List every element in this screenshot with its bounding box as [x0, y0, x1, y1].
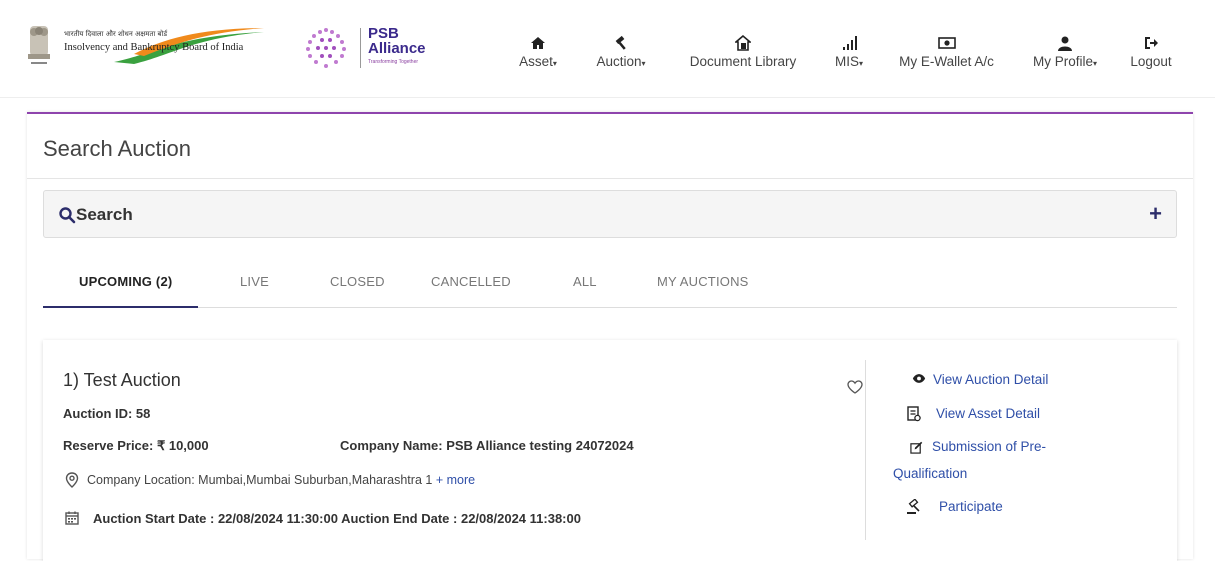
chevron-down-icon: ▾ — [859, 59, 864, 68]
nav-logout-label: Logout — [1130, 54, 1172, 69]
chevron-down-icon: ▾ — [552, 59, 557, 68]
tab-closed[interactable]: CLOSED — [330, 274, 385, 289]
auction-card: 1) Test Auction Auction ID: 58 Reserve P… — [43, 340, 1177, 561]
tab-all[interactable]: ALL — [573, 274, 597, 289]
submission-prequalification-link-line1[interactable]: Submission of Pre- — [932, 439, 1046, 454]
psb-dots-icon — [306, 28, 346, 68]
nav-mis-label: MIS — [834, 54, 859, 69]
ibbi-english-name: Insolvency and Bankruptcy Board of India — [64, 42, 244, 53]
auction-dates: Auction Start Date : 22/08/2024 11:30:00… — [93, 511, 581, 526]
plus-icon[interactable]: + — [1149, 201, 1162, 227]
nav-asset[interactable]: Asset▾ — [513, 34, 563, 74]
money-icon — [937, 37, 956, 49]
search-toggle-bar[interactable]: Search + — [43, 190, 1177, 238]
psb-text-line1: PSB — [368, 25, 399, 42]
participate-link[interactable]: Participate — [939, 499, 1003, 514]
nav-logout[interactable]: Logout — [1124, 34, 1178, 74]
chevron-down-icon: ▾ — [641, 59, 646, 68]
signal-bars-icon — [843, 36, 857, 50]
home-icon — [531, 37, 545, 49]
psb-alliance-logo[interactable]: PSB Alliance Transforming Together — [300, 24, 440, 72]
location-pin-icon — [65, 472, 79, 488]
gavel-icon — [615, 35, 626, 50]
user-icon — [1058, 36, 1072, 51]
ibbi-hindi-name: भारतीय दिवाला और शोधन अक्षमता बोर्ड — [64, 30, 168, 38]
asset-document-icon — [907, 406, 921, 422]
nav-auction[interactable]: Auction▾ — [588, 34, 654, 74]
tab-cancelled[interactable]: CANCELLED — [431, 274, 511, 289]
search-icon — [59, 207, 76, 224]
tab-live[interactable]: LIVE — [240, 274, 269, 289]
view-auction-detail-link[interactable]: View Auction Detail — [933, 372, 1048, 387]
document-house-icon — [735, 34, 751, 51]
nav-document-library-label: Document Library — [689, 54, 797, 69]
page-title: Search Auction — [43, 136, 191, 161]
nav-document-library[interactable]: Document Library — [677, 34, 809, 74]
nav-e-wallet-label: My E-Wallet A/c — [899, 54, 994, 69]
card-divider — [865, 360, 866, 540]
company-name: Company Name: PSB Alliance testing 24072… — [340, 438, 634, 453]
calendar-icon — [65, 511, 79, 525]
auction-tabs: UPCOMING (2) LIVE CLOSED CANCELLED ALL M… — [43, 262, 1177, 308]
search-auction-panel: Search Auction Search + UPCOMING (2) LIV… — [27, 112, 1193, 561]
ibbi-logo[interactable]: भारतीय दिवाला और शोधन अक्षमता बोर्ड Inso… — [22, 22, 272, 68]
company-location-text: Company Location: Mumbai,Mumbai Suburban… — [87, 473, 433, 487]
nav-mis[interactable]: MIS▾ — [832, 34, 866, 74]
psb-text-line2: Alliance — [368, 40, 426, 57]
tab-upcoming[interactable]: UPCOMING (2) — [79, 274, 172, 289]
nav-my-profile-label: My Profile — [1032, 54, 1093, 69]
title-divider — [27, 178, 1193, 179]
view-asset-detail-link[interactable]: View Asset Detail — [936, 406, 1040, 421]
nav-my-profile[interactable]: My Profile▾ — [1026, 34, 1104, 74]
edit-icon — [910, 441, 923, 454]
psb-divider — [360, 28, 361, 68]
search-label: Search — [76, 205, 133, 224]
auction-title: 1) Test Auction — [63, 370, 181, 390]
nav-auction-label: Auction — [596, 54, 642, 69]
company-location: Company Location: Mumbai,Mumbai Suburban… — [87, 473, 475, 487]
eye-icon — [912, 374, 926, 383]
participate-gavel-icon — [907, 499, 920, 514]
psb-tagline: Transforming Together — [368, 59, 419, 65]
reserve-price: Reserve Price: ₹ 10,000 — [63, 438, 209, 453]
national-emblem-icon — [28, 26, 50, 64]
tab-my-auctions[interactable]: MY AUCTIONS — [657, 274, 749, 289]
nav-e-wallet[interactable]: My E-Wallet A/c — [889, 34, 1004, 74]
auction-id: Auction ID: 58 — [63, 406, 151, 421]
chevron-down-icon: ▾ — [1093, 59, 1098, 68]
more-locations-link[interactable]: + more — [436, 473, 475, 487]
top-navbar: भारतीय दिवाला और शोधन अक्षमता बोर्ड Inso… — [0, 0, 1215, 98]
nav-asset-label: Asset — [519, 54, 553, 69]
active-tab-indicator — [43, 306, 198, 308]
heart-icon[interactable] — [847, 380, 863, 394]
logout-icon — [1145, 37, 1158, 49]
submission-prequalification-link-line2[interactable]: Qualification — [893, 466, 967, 481]
